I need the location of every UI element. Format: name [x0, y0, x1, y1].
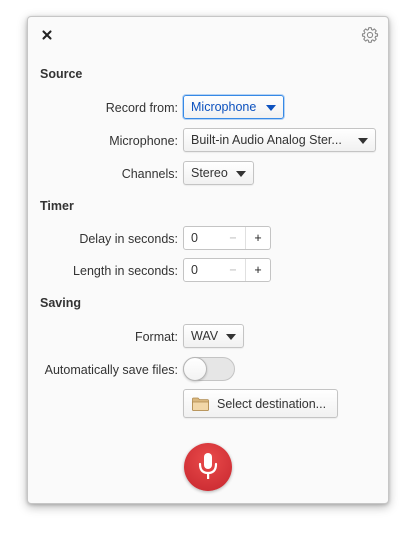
app-window: Source Record from: Microphone Microphon…	[27, 16, 389, 504]
record-from-value: Microphone	[191, 100, 257, 114]
length-input[interactable]: 0	[184, 259, 221, 281]
folder-icon	[192, 397, 209, 411]
close-icon	[42, 30, 52, 40]
record-button[interactable]	[184, 443, 232, 491]
section-title-source: Source	[40, 67, 83, 81]
length-label: Length in seconds:	[73, 264, 178, 278]
length-stepper: 0 − +	[183, 258, 271, 282]
microphone-value: Built-in Audio Analog Ster...	[191, 133, 342, 147]
chevron-down-icon	[236, 170, 246, 177]
channels-label: Channels:	[121, 167, 178, 181]
delay-increment-button[interactable]: +	[245, 227, 270, 249]
microphone-icon	[198, 453, 218, 479]
chevron-down-icon	[266, 104, 276, 111]
length-increment-button[interactable]: +	[245, 259, 270, 281]
chevron-down-icon	[358, 137, 368, 144]
autosave-label: Automatically save files:	[44, 363, 178, 377]
format-value: WAV	[191, 329, 219, 343]
length-decrement-button[interactable]: −	[221, 259, 245, 281]
section-title-saving: Saving	[40, 296, 81, 310]
delay-input[interactable]: 0	[184, 227, 221, 249]
microphone-dropdown[interactable]: Built-in Audio Analog Ster...	[183, 128, 376, 152]
chevron-down-icon	[226, 333, 236, 340]
close-button[interactable]	[39, 26, 55, 44]
channels-dropdown[interactable]: Stereo	[183, 161, 254, 185]
delay-stepper: 0 − +	[183, 226, 271, 250]
format-label: Format:	[134, 330, 178, 344]
delay-label: Delay in seconds:	[79, 232, 178, 246]
section-title-timer: Timer	[40, 199, 74, 213]
record-from-dropdown[interactable]: Microphone	[183, 95, 284, 119]
delay-decrement-button[interactable]: −	[221, 227, 245, 249]
settings-button[interactable]	[361, 26, 379, 44]
select-destination-button[interactable]: Select destination...	[183, 389, 338, 418]
microphone-label: Microphone:	[109, 134, 178, 148]
autosave-toggle[interactable]	[183, 357, 235, 381]
select-destination-label: Select destination...	[217, 396, 327, 411]
channels-value: Stereo	[191, 166, 228, 180]
format-dropdown[interactable]: WAV	[183, 324, 244, 348]
toggle-knob	[183, 357, 207, 381]
record-from-label: Record from:	[105, 101, 178, 115]
gear-icon	[361, 27, 379, 43]
